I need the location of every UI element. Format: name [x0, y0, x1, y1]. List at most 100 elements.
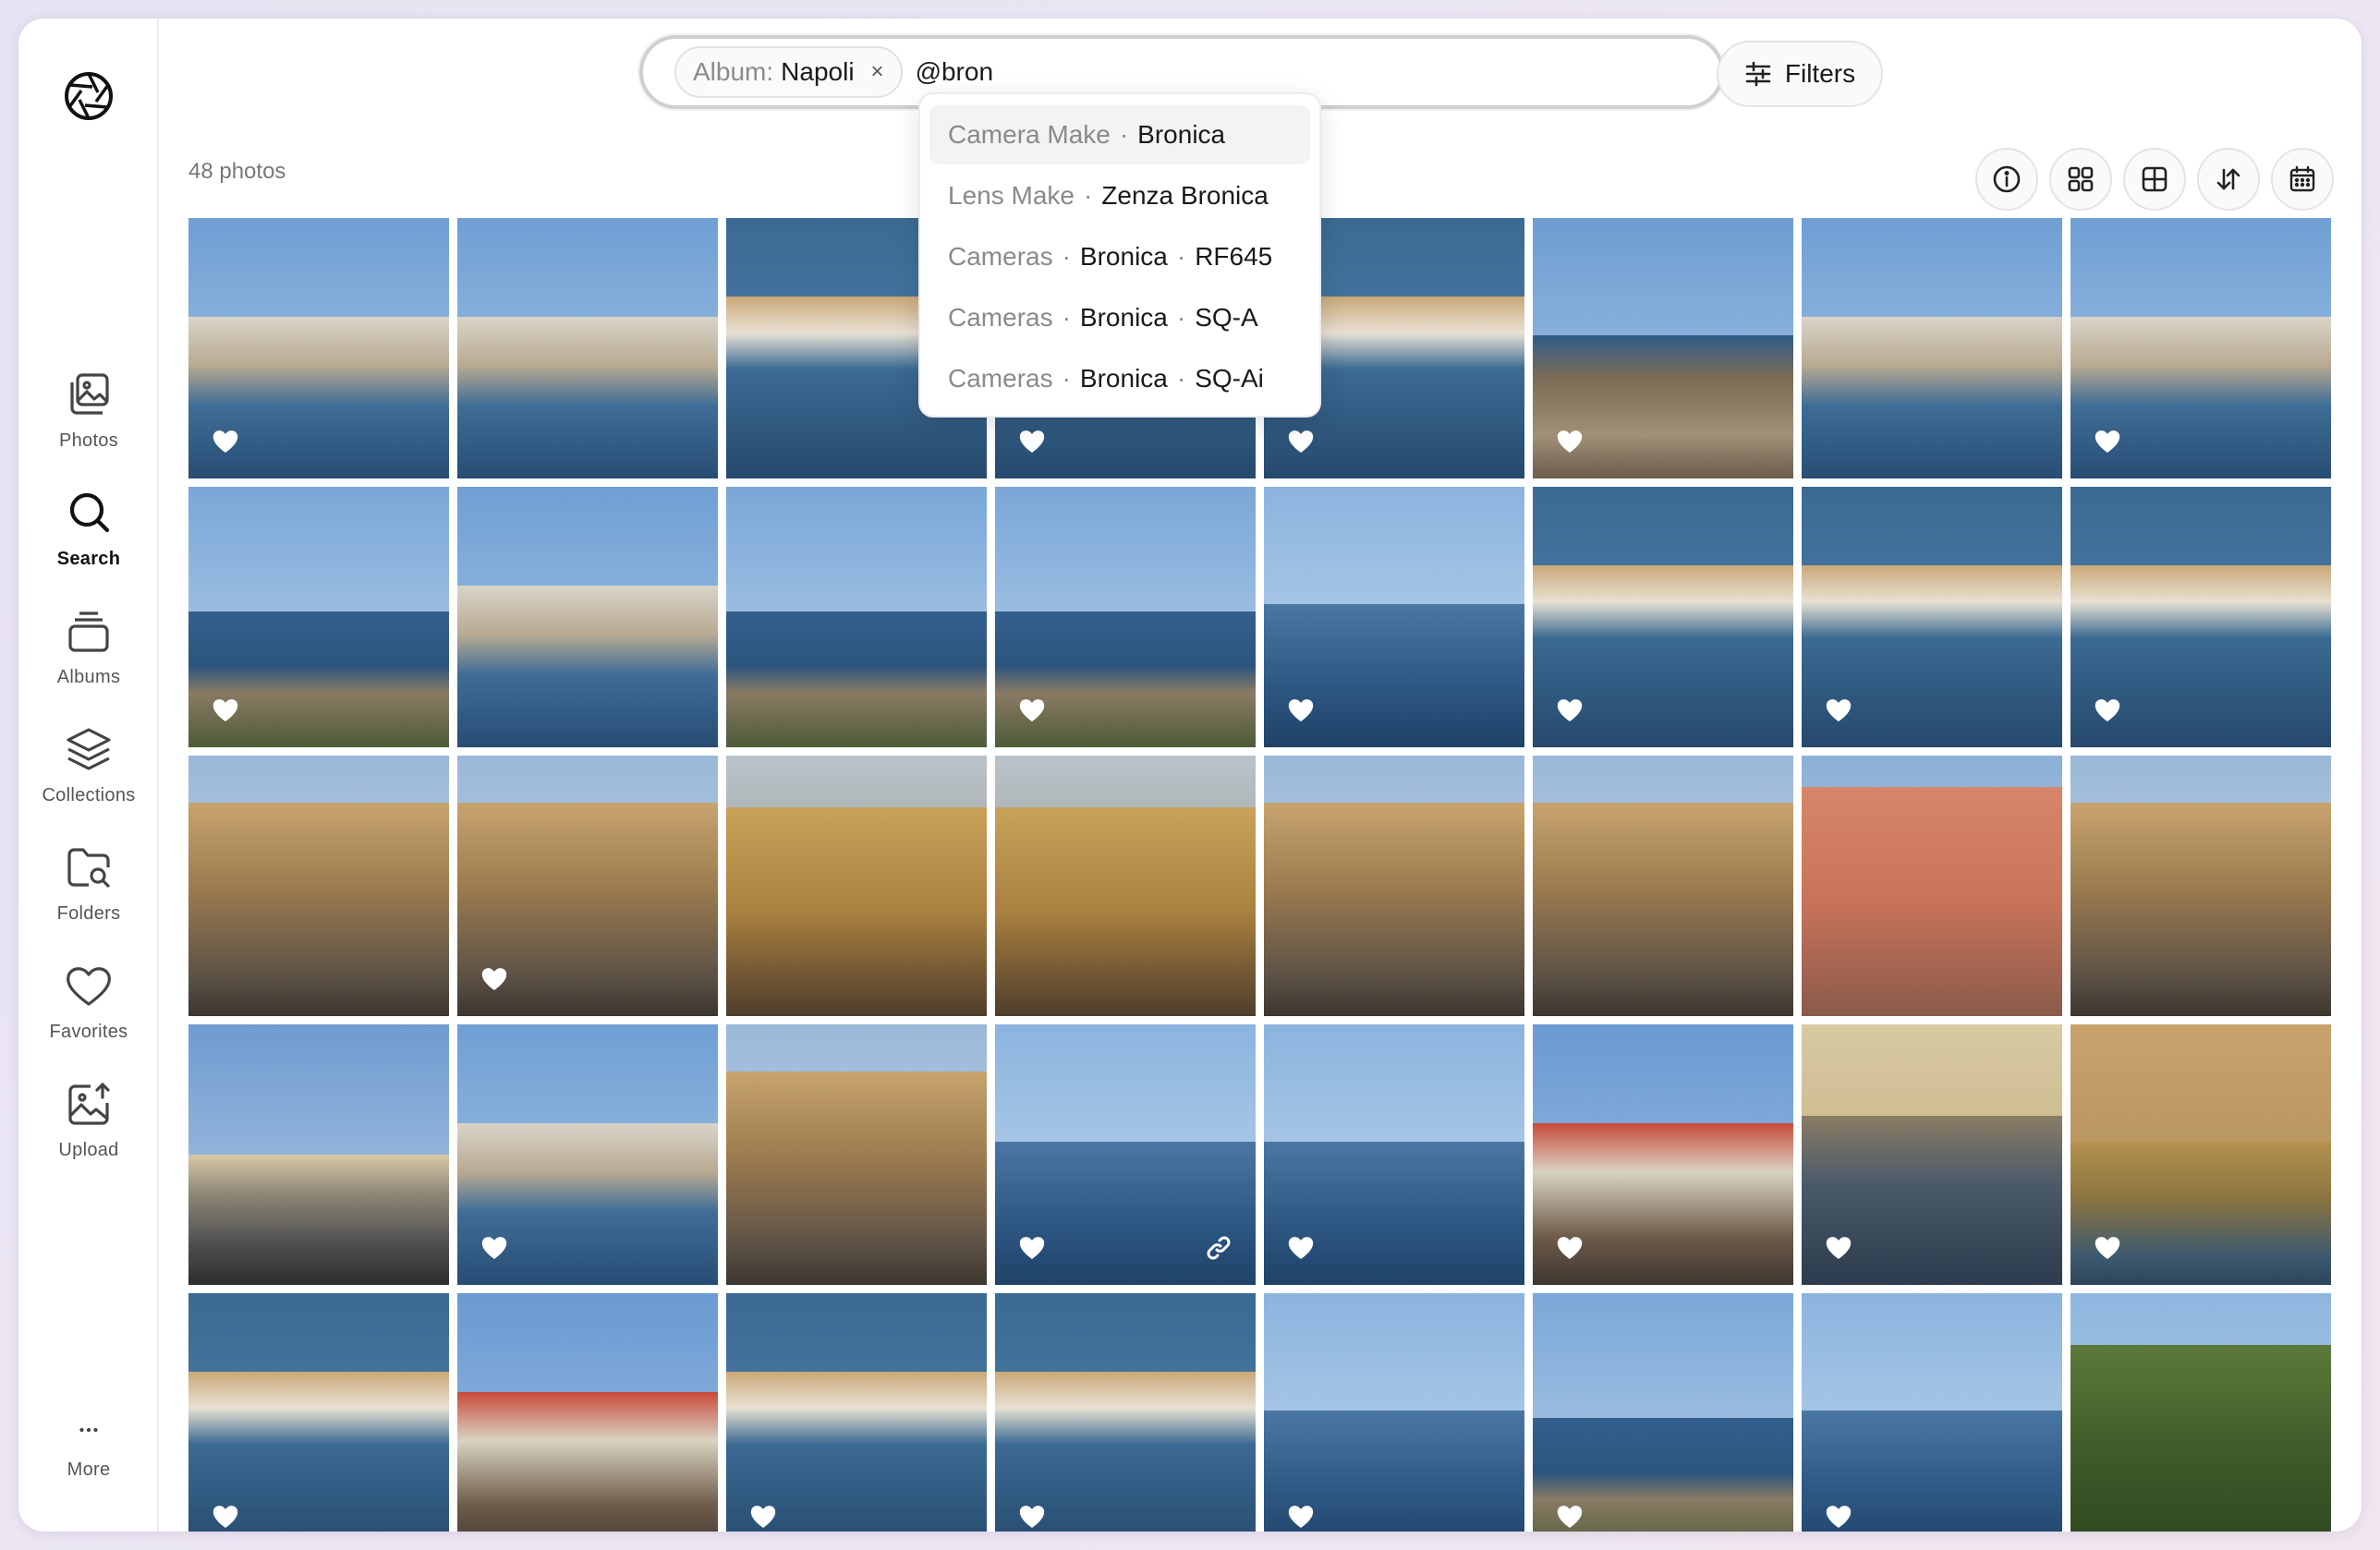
sidebar-item-more[interactable]: More	[18, 1423, 159, 1526]
favorite-heart-icon[interactable]	[2093, 427, 2122, 456]
photo-thumbnail[interactable]	[726, 487, 987, 747]
favorite-heart-icon[interactable]	[1555, 1233, 1585, 1263]
photo-thumbnail[interactable]	[1264, 487, 1524, 747]
sidebar-item-collections[interactable]: Collections	[18, 724, 159, 828]
favorite-heart-icon[interactable]	[1286, 427, 1316, 456]
suggestion-value: Bronica	[1079, 303, 1168, 332]
photo-thumbnail[interactable]	[457, 756, 718, 1016]
sort-icon	[2216, 168, 2240, 190]
favorite-heart-icon[interactable]	[1824, 1233, 1853, 1263]
photo-thumbnail[interactable]	[995, 756, 1256, 1016]
photo-thumbnail[interactable]	[1533, 1293, 1793, 1532]
photo-thumbnail[interactable]	[188, 218, 449, 478]
suggestion-category: Cameras	[948, 303, 1053, 332]
photo-thumbnail[interactable]	[2070, 1024, 2331, 1285]
photo-thumbnail[interactable]	[2070, 756, 2331, 1016]
photo-thumbnail[interactable]	[1802, 487, 2062, 747]
photo-thumbnail[interactable]	[188, 1293, 449, 1532]
favorite-heart-icon[interactable]	[2093, 696, 2122, 725]
favorite-heart-icon[interactable]	[1017, 1502, 1047, 1532]
sidebar-item-label: Upload	[58, 1140, 119, 1160]
suggestion-value: SQ-A	[1195, 303, 1258, 332]
photo-thumbnail[interactable]	[1802, 218, 2062, 478]
sort-button[interactable]	[2197, 148, 2260, 211]
photo-thumbnail[interactable]	[188, 756, 449, 1016]
photo-thumbnail[interactable]	[1264, 756, 1524, 1016]
suggestion-separator: ·	[1176, 303, 1186, 332]
grid-small-icon	[2068, 166, 2094, 192]
photo-thumbnail[interactable]	[457, 218, 718, 478]
photo-thumbnail[interactable]	[457, 1293, 718, 1532]
photo-scene	[995, 807, 1256, 1016]
photo-thumbnail[interactable]	[995, 487, 1256, 747]
photo-scene	[188, 1155, 449, 1285]
photo-thumbnail[interactable]	[726, 756, 987, 1016]
favorite-heart-icon[interactable]	[1017, 696, 1047, 725]
filters-button[interactable]: Filters	[1717, 41, 1883, 107]
favorite-heart-icon[interactable]	[748, 1502, 778, 1532]
sidebar-item-favorites[interactable]: Favorites	[18, 961, 159, 1064]
favorite-heart-icon[interactable]	[211, 427, 240, 456]
photo-thumbnail[interactable]	[1533, 756, 1793, 1016]
favorite-heart-icon[interactable]	[1286, 1233, 1316, 1263]
favorite-heart-icon[interactable]	[211, 696, 240, 725]
sidebar-item-albums[interactable]: Albums	[18, 606, 159, 709]
photo-thumbnail[interactable]	[995, 1024, 1256, 1285]
grid-large-button[interactable]	[2123, 148, 2186, 211]
favorite-heart-icon[interactable]	[480, 1233, 509, 1263]
photo-thumbnail[interactable]	[1533, 487, 1793, 747]
suggestion-item[interactable]: Cameras · Bronica · SQ-A	[929, 288, 1310, 347]
favorite-heart-icon[interactable]	[1286, 1502, 1316, 1532]
suggestion-item[interactable]: Camera Make · Bronica	[929, 105, 1310, 164]
favorite-heart-icon[interactable]	[1555, 696, 1585, 725]
suggestion-item[interactable]: Cameras · Bronica · RF645	[929, 227, 1310, 286]
favorite-heart-icon[interactable]	[1824, 696, 1853, 725]
calendar-button[interactable]	[2271, 148, 2334, 211]
albums-icon	[68, 612, 109, 652]
favorite-heart-icon[interactable]	[1555, 427, 1585, 456]
favorite-heart-icon[interactable]	[2093, 1233, 2122, 1263]
photo-thumbnail[interactable]	[188, 1024, 449, 1285]
search-input[interactable]	[915, 57, 1378, 87]
app-logo-icon[interactable]	[61, 68, 116, 124]
favorite-heart-icon[interactable]	[1017, 427, 1047, 456]
sidebar-item-folders[interactable]: Folders	[18, 842, 159, 946]
photo-thumbnail[interactable]	[1264, 1024, 1524, 1285]
photo-thumbnail[interactable]	[995, 1293, 1256, 1532]
photo-thumbnail[interactable]	[1802, 756, 2062, 1016]
album-filter-chip[interactable]: Album: Napoli ×	[674, 46, 903, 98]
favorite-heart-icon[interactable]	[211, 1502, 240, 1532]
photo-thumbnail[interactable]	[2070, 1293, 2331, 1532]
favorite-heart-icon[interactable]	[1555, 1502, 1585, 1532]
suggestion-item[interactable]: Cameras · Bronica · SQ-Ai	[929, 349, 1310, 408]
favorite-heart-icon[interactable]	[1824, 1502, 1853, 1532]
filters-label: Filters	[1784, 59, 1856, 88]
photo-thumbnail[interactable]	[2070, 218, 2331, 478]
photo-thumbnail[interactable]	[2070, 487, 2331, 747]
suggestion-item[interactable]: Lens Make · Zenza Bronica	[929, 166, 1310, 225]
favorite-heart-icon[interactable]	[1286, 696, 1316, 725]
chip-remove-icon[interactable]: ×	[871, 59, 884, 85]
sidebar-item-upload[interactable]: Upload	[18, 1079, 159, 1182]
photo-thumbnail[interactable]	[726, 1024, 987, 1285]
photo-thumbnail[interactable]	[1264, 1293, 1524, 1532]
photo-thumbnail[interactable]	[457, 487, 718, 747]
photo-thumbnail[interactable]	[726, 1293, 987, 1532]
favorite-heart-icon[interactable]	[480, 964, 509, 994]
suggestion-value: Bronica	[1137, 120, 1226, 149]
favorite-heart-icon[interactable]	[1017, 1233, 1047, 1263]
folders-icon	[67, 848, 110, 888]
photo-thumbnail[interactable]	[1802, 1293, 2062, 1532]
suggestion-category: Lens Make	[948, 181, 1075, 210]
sidebar-item-label: Collections	[42, 785, 136, 805]
sidebar-item-photos[interactable]: Photos	[18, 369, 159, 473]
photo-thumbnail[interactable]	[188, 487, 449, 747]
sidebar-item-search[interactable]: Search	[18, 488, 159, 591]
photo-thumbnail[interactable]	[1802, 1024, 2062, 1285]
sidebar-item-label: Albums	[56, 667, 121, 687]
grid-small-button[interactable]	[2049, 148, 2112, 211]
photo-thumbnail[interactable]	[1533, 1024, 1793, 1285]
photo-thumbnail[interactable]	[1533, 218, 1793, 478]
photo-thumbnail[interactable]	[457, 1024, 718, 1285]
info-button[interactable]	[1975, 148, 2038, 211]
